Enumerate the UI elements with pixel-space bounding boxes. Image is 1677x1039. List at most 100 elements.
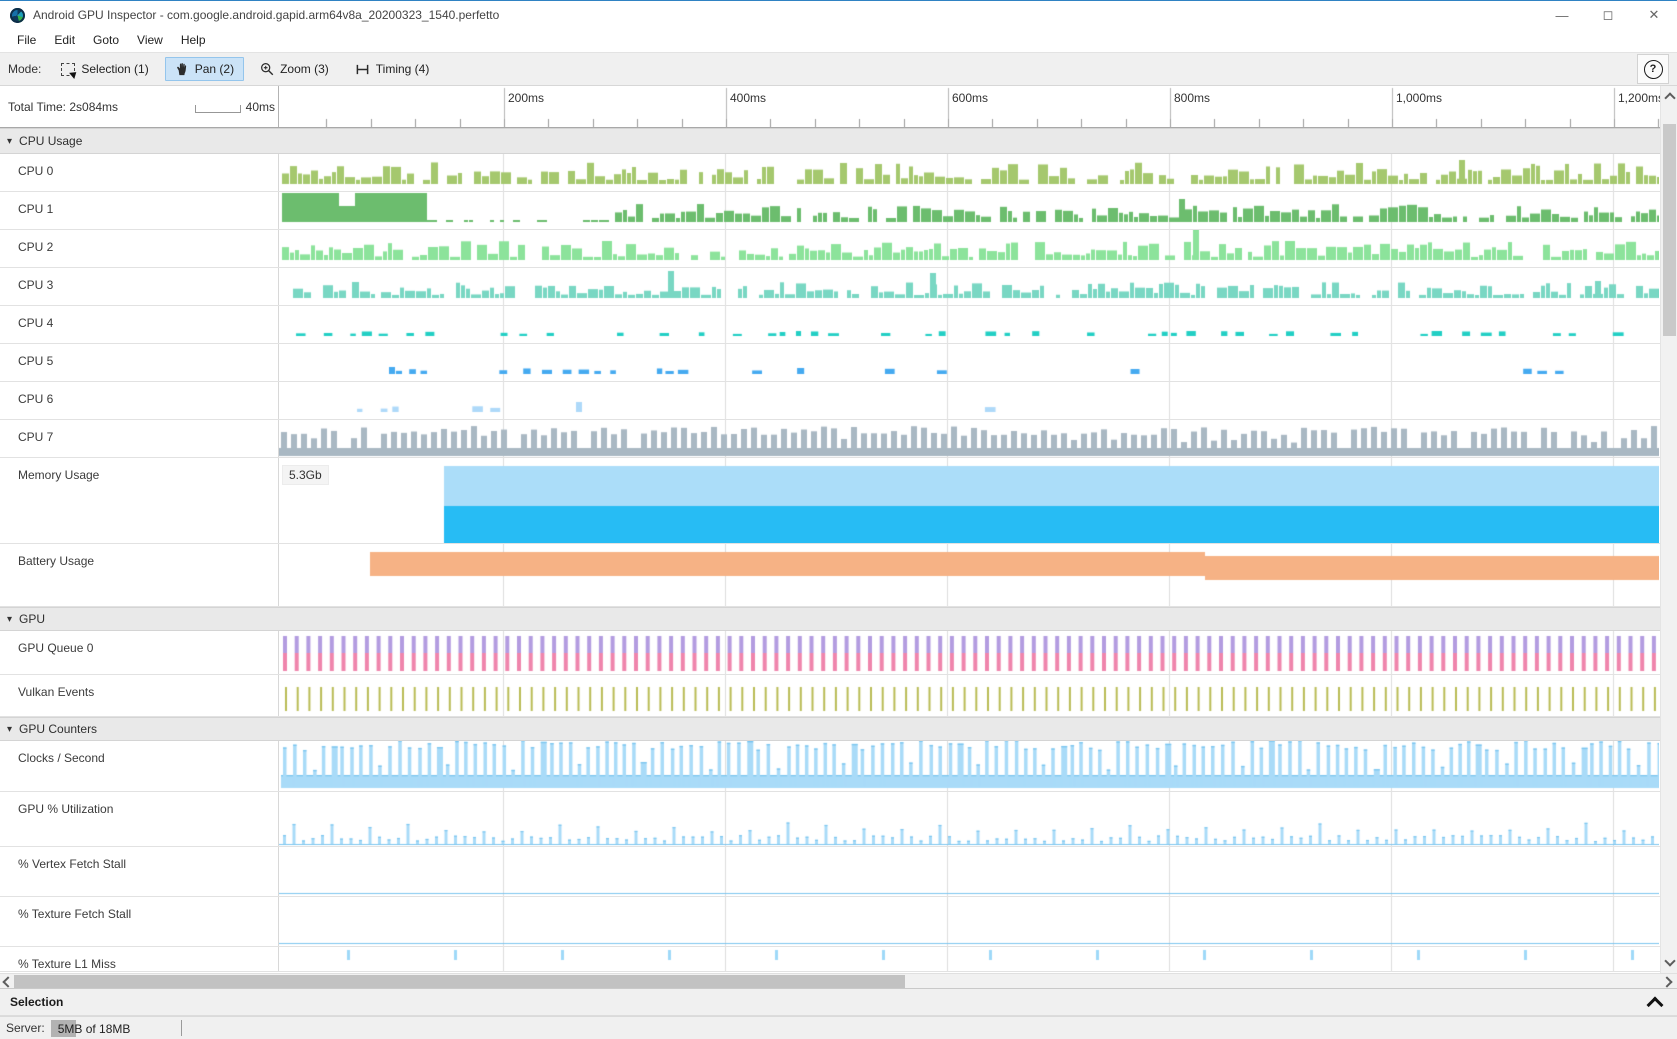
track-label-cpu-1[interactable]: CPU 1 bbox=[0, 192, 279, 229]
android-gpu-inspector-window: Android GPU Inspector - com.google.andro… bbox=[0, 0, 1677, 1039]
title-bar: Android GPU Inspector - com.google.andro… bbox=[0, 0, 1677, 29]
cpu-1-track-canvas[interactable] bbox=[279, 192, 1659, 229]
cpu-4-track-canvas[interactable] bbox=[279, 306, 1659, 343]
texture-l1-miss-track-canvas[interactable] bbox=[279, 947, 1659, 971]
section-label: CPU Usage bbox=[19, 134, 82, 148]
chevron-up-icon[interactable] bbox=[1647, 997, 1664, 1014]
cpu-5-track-canvas[interactable] bbox=[279, 344, 1659, 381]
minimize-button[interactable]: — bbox=[1539, 1, 1585, 29]
gpu-utilization-track-canvas[interactable] bbox=[279, 792, 1659, 846]
help-icon: ? bbox=[1644, 60, 1663, 79]
timing-4-mode-button[interactable]: Timing (4) bbox=[345, 57, 440, 81]
zoom-icon bbox=[260, 62, 274, 76]
horizontal-scroll-thumb[interactable] bbox=[14, 975, 905, 988]
status-bar: Server: 5MB of 18MB bbox=[0, 1016, 1677, 1039]
status-divider bbox=[181, 1020, 182, 1036]
scroll-down-icon[interactable] bbox=[1664, 955, 1675, 966]
track-label-gpu-utilization[interactable]: GPU % Utilization bbox=[0, 792, 279, 846]
selection-panel-title: Selection bbox=[10, 995, 63, 1009]
app-logo-icon bbox=[10, 8, 25, 23]
track-label-cpu-5[interactable]: CPU 5 bbox=[0, 344, 279, 381]
track-row-texture-l1-miss: % Texture L1 Miss bbox=[0, 947, 1660, 972]
track-label-cpu-6[interactable]: CPU 6 bbox=[0, 382, 279, 419]
ruler-tick-label: 400ms bbox=[730, 91, 766, 105]
menu-item-help[interactable]: Help bbox=[172, 30, 215, 50]
vertical-scrollbar[interactable] bbox=[1660, 86, 1677, 973]
menu-item-view[interactable]: View bbox=[128, 30, 172, 50]
close-button[interactable]: ✕ bbox=[1631, 1, 1677, 29]
section-header-gpu-counters[interactable]: ▾ GPU Counters bbox=[0, 717, 1660, 741]
collapse-triangle-icon[interactable]: ▾ bbox=[7, 136, 12, 147]
scale-value: 40ms bbox=[246, 100, 275, 114]
track-label-clocks-second[interactable]: Clocks / Second bbox=[0, 741, 279, 791]
vertex-fetch-stall-track-canvas[interactable] bbox=[279, 847, 1659, 896]
help-button[interactable]: ? bbox=[1637, 54, 1669, 84]
section-header-gpu[interactable]: ▾GPU bbox=[0, 607, 1660, 631]
track-row-vertex-fetch-stall: % Vertex Fetch Stall bbox=[0, 847, 1660, 897]
track-row-vulkan-events: Vulkan Events bbox=[0, 675, 1660, 717]
clocks-second-track-canvas[interactable] bbox=[279, 741, 1659, 791]
track-label-gpu-queue-0[interactable]: GPU Queue 0 bbox=[0, 631, 279, 674]
track-label-battery-usage[interactable]: Battery Usage bbox=[0, 544, 279, 606]
memory-usage-track-canvas[interactable] bbox=[279, 458, 1659, 543]
track-label-vertex-fetch-stall[interactable]: % Vertex Fetch Stall bbox=[0, 847, 279, 896]
track-row-gpu-utilization: GPU % Utilization bbox=[0, 792, 1660, 847]
toolbar-button-label: Zoom (3) bbox=[280, 62, 329, 76]
selection-panel-header[interactable]: Selection bbox=[0, 988, 1677, 1016]
battery-usage-track-canvas[interactable] bbox=[279, 544, 1659, 606]
toolbar-button-label: Timing (4) bbox=[376, 62, 430, 76]
texture-fetch-stall-track-canvas[interactable] bbox=[279, 897, 1659, 946]
cpu-2-track-canvas[interactable] bbox=[279, 230, 1659, 267]
track-label-memory-usage[interactable]: Memory Usage bbox=[0, 458, 279, 543]
maximize-button[interactable]: ◻ bbox=[1585, 1, 1631, 29]
cpu-0-track-canvas[interactable] bbox=[279, 154, 1659, 191]
scroll-up-icon[interactable] bbox=[1664, 92, 1675, 103]
menu-item-goto[interactable]: Goto bbox=[84, 30, 128, 50]
scroll-left-icon[interactable] bbox=[2, 976, 13, 987]
track-row-cpu-7: CPU 7 bbox=[0, 420, 1660, 458]
scroll-right-icon[interactable] bbox=[1661, 976, 1672, 987]
selection-1-mode-button[interactable]: Selection (1) bbox=[51, 57, 158, 81]
timeline-ruler[interactable]: 200ms400ms600ms800ms1,000ms1,200ms Total… bbox=[0, 86, 1660, 128]
timing-icon bbox=[355, 63, 370, 76]
track-row-battery-usage: Battery Usage bbox=[0, 544, 1660, 607]
selection-icon bbox=[61, 63, 75, 76]
vulkan-events-track-canvas[interactable] bbox=[279, 675, 1659, 716]
collapse-triangle-icon[interactable]: ▾ bbox=[7, 724, 12, 735]
track-row-cpu-2: CPU 2 bbox=[0, 230, 1660, 268]
toolbar-button-label: Pan (2) bbox=[195, 62, 234, 76]
cpu-7-track-canvas[interactable] bbox=[279, 420, 1659, 457]
scale-bracket-icon bbox=[195, 105, 241, 113]
ruler-tick-label: 1,000ms bbox=[1396, 91, 1442, 105]
track-row-gpu-queue-0: GPU Queue 0 bbox=[0, 631, 1660, 675]
ruler-tick-label: 600ms bbox=[952, 91, 988, 105]
track-row-cpu-3: CPU 3 bbox=[0, 268, 1660, 306]
track-label-texture-l1-miss[interactable]: % Texture L1 Miss bbox=[0, 947, 279, 971]
track-label-cpu-7[interactable]: CPU 7 bbox=[0, 420, 279, 457]
timeline-tracks: ▾ CPU Usage CPU 0CPU 1CPU 2CPU 3CPU 4CPU 5… bbox=[0, 128, 1660, 973]
ruler-left-cell: Total Time: 2s084ms 40ms bbox=[0, 86, 279, 127]
zoom-3-mode-button[interactable]: Zoom (3) bbox=[250, 57, 339, 81]
cpu-3-track-canvas[interactable] bbox=[279, 268, 1659, 305]
pan-2-mode-button[interactable]: Pan (2) bbox=[165, 57, 244, 81]
track-label-texture-fetch-stall[interactable]: % Texture Fetch Stall bbox=[0, 897, 279, 946]
menu-item-edit[interactable]: Edit bbox=[45, 30, 84, 50]
vertical-scroll-thumb[interactable] bbox=[1663, 124, 1676, 336]
track-row-cpu-4: CPU 4 bbox=[0, 306, 1660, 344]
menu-item-file[interactable]: File bbox=[8, 30, 45, 50]
collapse-triangle-icon[interactable]: ▾ bbox=[7, 614, 12, 625]
section-header-cpu-usage[interactable]: ▾ CPU Usage bbox=[0, 128, 1660, 154]
cpu-6-track-canvas[interactable] bbox=[279, 382, 1659, 419]
track-row-cpu-6: CPU 6 bbox=[0, 382, 1660, 420]
track-label-cpu-0[interactable]: CPU 0 bbox=[0, 154, 279, 191]
horizontal-scrollbar[interactable] bbox=[0, 973, 1677, 988]
mode-toolbar: Mode: Selection (1)Pan (2)Zoom (3)Timing… bbox=[0, 52, 1677, 86]
track-label-vulkan-events[interactable]: Vulkan Events bbox=[0, 675, 279, 716]
track-label-cpu-4[interactable]: CPU 4 bbox=[0, 306, 279, 343]
track-label-cpu-2[interactable]: CPU 2 bbox=[0, 230, 279, 267]
section-label: GPU Counters bbox=[19, 722, 97, 736]
window-title: Android GPU Inspector - com.google.andro… bbox=[33, 8, 499, 22]
memory-value-badge: 5.3Gb bbox=[282, 465, 329, 485]
gpu-queue-0-track-canvas[interactable] bbox=[279, 631, 1659, 674]
track-label-cpu-3[interactable]: CPU 3 bbox=[0, 268, 279, 305]
